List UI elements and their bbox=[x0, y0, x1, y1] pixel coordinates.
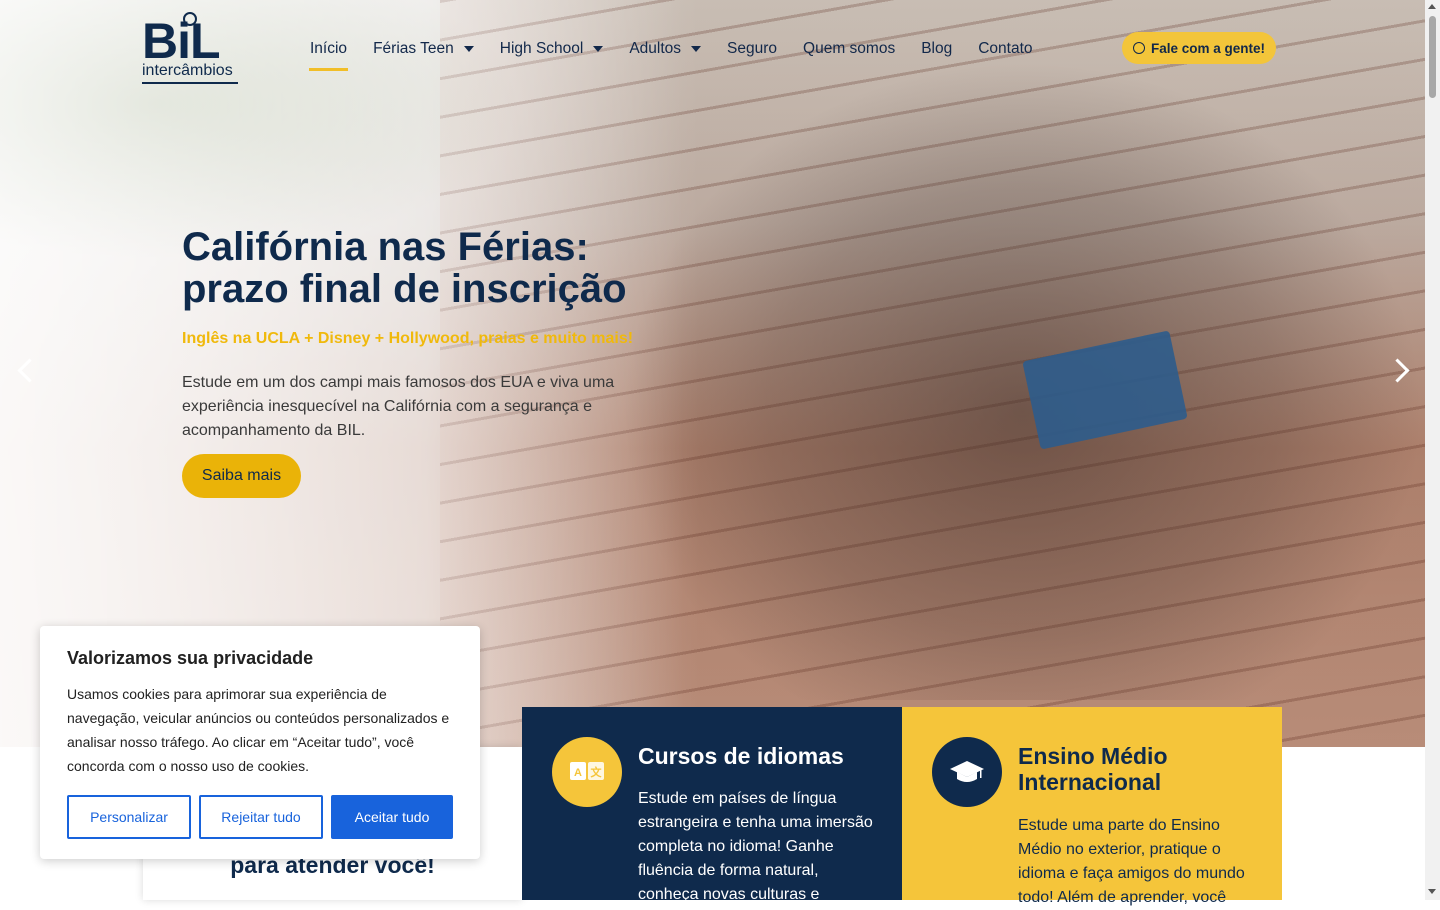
page-scrollbar[interactable] bbox=[1425, 0, 1440, 900]
svg-text:A: A bbox=[574, 767, 582, 779]
cookie-text: Usamos cookies para aprimorar sua experi… bbox=[67, 686, 450, 774]
graduation-cap-icon bbox=[932, 737, 1002, 807]
logo-main-text: BiL bbox=[142, 13, 221, 69]
nav-item-contato[interactable]: Contato bbox=[978, 34, 1032, 64]
whatsapp-button-label: Fale com a gente! bbox=[1150, 40, 1266, 56]
bil-logo[interactable]: BiL intercâmbios bbox=[142, 12, 240, 86]
nav-item-label: Férias Teen bbox=[373, 40, 454, 57]
card-title: Cursos de idiomas bbox=[638, 743, 844, 769]
nav-item-label: High School bbox=[499, 40, 584, 57]
whatsapp-icon bbox=[1132, 42, 1145, 54]
nav-item-label: Seguro bbox=[727, 40, 778, 57]
svg-text:文: 文 bbox=[591, 765, 603, 779]
cookie-accept-button[interactable]: Aceitar tudo bbox=[331, 795, 453, 839]
logo-underline bbox=[142, 82, 238, 84]
carousel-next-arrow-icon[interactable] bbox=[1388, 358, 1414, 384]
logo-sub-text: intercâmbios bbox=[142, 62, 233, 79]
nav-item-label: Quem somos bbox=[803, 40, 896, 57]
hero-subtitle: Inglês na UCLA + Disney + Hollywood, pra… bbox=[182, 330, 634, 347]
card-text: Estude em países de língua estrangeira e… bbox=[638, 790, 873, 903]
caret-down-icon bbox=[691, 46, 702, 52]
hero-description: Estude em um dos campi mais famosos dos … bbox=[182, 374, 615, 439]
nav-item-adultos[interactable]: Adultos bbox=[629, 34, 702, 64]
caret-down-icon bbox=[463, 46, 474, 52]
cookie-consent-dialog: Valorizamos sua privacidade Usamos cooki… bbox=[40, 626, 480, 859]
scroll-down-icon[interactable] bbox=[1428, 889, 1436, 894]
nav-item-quem-somos[interactable]: Quem somos bbox=[803, 34, 895, 64]
cookie-title: Valorizamos sua privacidade bbox=[67, 648, 314, 668]
card-ensino-medio[interactable]: Ensino Médio Internacional Estude uma pa… bbox=[902, 707, 1282, 906]
cookie-customize-button[interactable]: Personalizar bbox=[67, 795, 191, 839]
nav-item-label: Contato bbox=[978, 40, 1033, 57]
hero-title: Califórnia nas Férias: prazo final de in… bbox=[182, 225, 627, 311]
nav-item-label: Início bbox=[310, 40, 348, 57]
translate-icon: A 文 bbox=[552, 737, 622, 807]
nav-item-ferias-teen[interactable]: Férias Teen bbox=[373, 34, 474, 64]
carousel-prev-arrow-icon[interactable] bbox=[12, 358, 38, 384]
card-title: Ensino Médio Internacional bbox=[1018, 743, 1168, 795]
saiba-mais-button[interactable]: Saiba mais bbox=[182, 454, 301, 498]
card-cursos-idiomas[interactable]: A 文 Cursos de idiomas Estude em países d… bbox=[522, 707, 902, 903]
card-text: Estude uma parte do Ensino Médio no exte… bbox=[1018, 817, 1245, 906]
scroll-up-icon[interactable] bbox=[1428, 4, 1436, 9]
cookie-reject-button[interactable]: Rejeitar tudo bbox=[199, 795, 323, 839]
caret-down-icon bbox=[593, 46, 604, 52]
nav-item-label: Adultos bbox=[629, 40, 682, 57]
scrollbar-thumb[interactable] bbox=[1429, 16, 1436, 98]
hero-photo-students bbox=[620, 60, 1425, 700]
nav-item-seguro[interactable]: Seguro bbox=[727, 34, 777, 64]
nav-item-high-school[interactable]: High School bbox=[500, 34, 604, 64]
nav-item-blog[interactable]: Blog bbox=[921, 34, 952, 64]
main-nav: Início Férias Teen High School Adultos S… bbox=[308, 34, 1059, 71]
nav-item-label: Blog bbox=[921, 40, 953, 57]
whatsapp-contact-button[interactable]: Fale com a gente! bbox=[1122, 32, 1276, 64]
nav-item-inicio[interactable]: Início bbox=[308, 34, 349, 71]
